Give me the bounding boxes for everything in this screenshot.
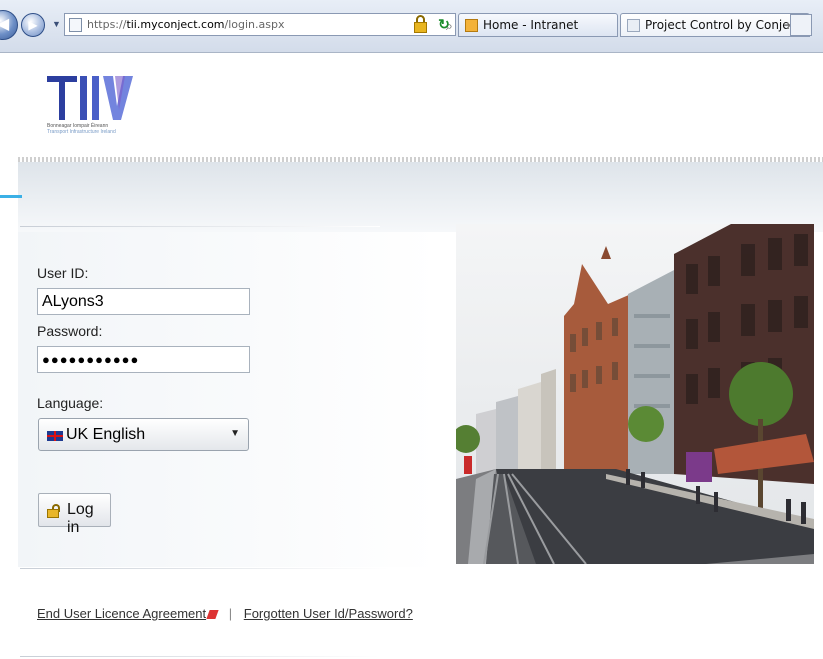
street-illustration: [456, 224, 814, 564]
login-button-label: Log in: [67, 501, 94, 536]
history-dropdown-icon[interactable]: ▼: [52, 19, 61, 29]
user-id-input[interactable]: [37, 288, 250, 315]
browser-toolbar: ◀ ▶ ▼ https://tii.myconject.com/login.as…: [0, 0, 823, 53]
new-tab-button[interactable]: [790, 14, 812, 36]
address-bar[interactable]: https://tii.myconject.com/login.aspx ⌕ ▼: [64, 13, 473, 36]
header-band: [18, 162, 823, 232]
logo-tagline-english: Transport Infrastructure Ireland: [47, 129, 116, 135]
eula-link[interactable]: End User Licence Agreement: [37, 606, 206, 621]
forward-icon[interactable]: ▶: [21, 13, 45, 37]
divider: [20, 568, 390, 569]
footer-links: End User Licence Agreement | Forgotten U…: [37, 606, 413, 621]
url-path: /login.aspx: [224, 18, 285, 31]
uk-flag-icon: [47, 431, 63, 441]
url-host: tii.myconject.com: [126, 18, 225, 31]
back-icon[interactable]: ◀: [0, 10, 18, 40]
user-id-label: User ID:: [37, 265, 89, 281]
page-favicon-icon: [627, 19, 640, 32]
accent-line: [0, 195, 22, 198]
tab-label: Project Control by Conject: [645, 18, 801, 32]
language-label: Language:: [37, 395, 104, 411]
login-button[interactable]: Log in: [38, 493, 111, 536]
language-select[interactable]: UK English ▼: [38, 418, 249, 451]
tab-home-intranet[interactable]: Home - Intranet: [458, 13, 618, 37]
refresh-icon[interactable]: ↻: [435, 15, 453, 33]
intranet-favicon-icon: [465, 19, 478, 32]
divider: [20, 226, 380, 227]
tab-label: Home - Intranet: [483, 18, 579, 32]
forgot-password-link[interactable]: Forgotten User Id/Password?: [244, 606, 413, 621]
tab-project-control[interactable]: Project Control by Conject x: [620, 13, 810, 37]
divider: [20, 656, 380, 657]
language-selected-value: UK English: [66, 426, 146, 443]
lock-icon[interactable]: [413, 14, 428, 34]
password-input[interactable]: ●●●●●●●●●●●: [37, 346, 250, 373]
page-icon: [69, 18, 82, 32]
password-label: Password:: [37, 323, 103, 339]
url-prefix: https://: [87, 18, 127, 31]
padlock-icon: [46, 504, 60, 518]
pdf-icon: [206, 610, 219, 620]
link-separator: |: [228, 606, 233, 621]
chevron-down-icon: ▼: [230, 428, 240, 439]
address-url[interactable]: https://tii.myconject.com/login.aspx: [87, 14, 284, 35]
